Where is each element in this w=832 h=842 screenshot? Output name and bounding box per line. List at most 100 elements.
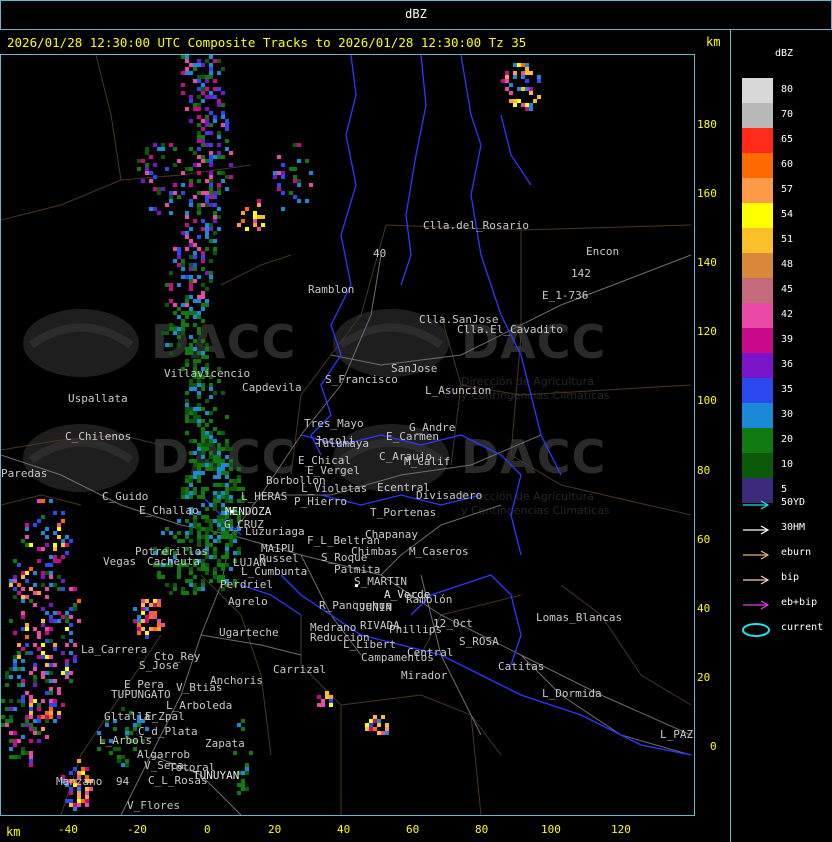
radar-echo-cell xyxy=(197,351,201,355)
radar-echo-cell xyxy=(217,455,221,459)
legend-swatch xyxy=(742,378,773,403)
place-label: M_Calif xyxy=(404,455,451,468)
radar-echo-cell xyxy=(225,495,229,499)
radar-echo-cell xyxy=(293,143,297,147)
radar-echo-cell xyxy=(193,339,197,343)
radar-echo-cell xyxy=(517,87,521,91)
radar-echo-cell xyxy=(297,159,301,163)
radar-echo-cell xyxy=(173,583,177,587)
radar-echo-cell xyxy=(61,615,65,619)
radar-echo-cell xyxy=(321,699,325,703)
radar-echo-cell xyxy=(189,203,193,207)
legend-label: 35 xyxy=(781,384,794,395)
place-label: L_Dormida xyxy=(542,687,602,700)
radar-echo-cell xyxy=(201,355,205,359)
legend-swatch xyxy=(742,353,773,378)
radar-echo-cell xyxy=(185,431,189,435)
radar-echo-cell xyxy=(53,679,57,683)
legend-swatch xyxy=(742,128,773,153)
radar-echo-cell xyxy=(217,155,221,159)
radar-echo-cell xyxy=(241,211,245,215)
radar-echo-cell xyxy=(57,527,61,531)
radar-echo-cell xyxy=(193,315,197,319)
radar-echo-cell xyxy=(221,471,225,475)
radar-echo-cell xyxy=(153,187,157,191)
radar-echo-cell xyxy=(205,443,209,447)
radar-echo-cell xyxy=(185,487,189,491)
radar-echo-cell xyxy=(49,703,53,707)
radar-echo-cell xyxy=(209,535,213,539)
track-label: current xyxy=(781,622,824,633)
radar-map[interactable]: DACC DACC Dirección de Agricultura y Con… xyxy=(0,54,695,816)
legend-label: 20 xyxy=(781,434,794,445)
radar-echo-cell xyxy=(5,683,9,687)
radar-echo-cell xyxy=(9,675,13,679)
radar-echo-cell xyxy=(217,99,221,103)
radar-echo-cell xyxy=(209,387,213,391)
radar-echo-cell xyxy=(281,191,285,195)
radar-echo-cell xyxy=(69,651,73,655)
radar-echo-cell xyxy=(197,443,201,447)
radar-echo-cell xyxy=(169,191,173,195)
window-title: dBZ xyxy=(405,7,427,21)
radar-echo-cell xyxy=(173,587,177,591)
radar-echo-cell xyxy=(253,223,257,227)
radar-echo-cell xyxy=(181,91,185,95)
radar-echo-cell xyxy=(185,71,189,75)
radar-echo-cell xyxy=(45,535,49,539)
place-label: L_Arbols xyxy=(99,734,152,747)
radar-echo-cell xyxy=(117,755,121,759)
radar-echo-cell xyxy=(41,655,45,659)
radar-echo-cell xyxy=(525,79,529,83)
legend-label: 70 xyxy=(781,109,794,120)
radar-echo-cell xyxy=(213,59,217,63)
radar-echo-cell xyxy=(13,575,17,579)
legend-label: 45 xyxy=(781,284,794,295)
radar-echo-cell xyxy=(41,515,45,519)
radar-echo-cell xyxy=(205,459,209,463)
radar-echo-cell xyxy=(193,583,197,587)
radar-echo-cell xyxy=(185,223,189,227)
radar-echo-cell xyxy=(209,239,213,243)
radar-echo-cell xyxy=(189,523,193,527)
radar-echo-cell xyxy=(197,275,201,279)
radar-echo-cell xyxy=(181,267,185,271)
radar-echo-cell xyxy=(517,63,521,67)
radar-echo-cell xyxy=(213,87,217,91)
radar-echo-cell xyxy=(97,747,101,751)
radar-echo-cell xyxy=(205,195,209,199)
radar-echo-cell xyxy=(85,791,89,795)
radar-echo-cell xyxy=(209,579,213,583)
radar-echo-cell xyxy=(181,191,185,195)
radar-echo-cell xyxy=(17,739,21,743)
radar-echo-cell xyxy=(45,663,49,667)
radar-echo-cell xyxy=(189,571,193,575)
radar-echo-cell xyxy=(197,587,201,591)
radar-echo-cell xyxy=(81,799,85,803)
track-legend-item: eburn xyxy=(741,547,831,561)
radar-echo-cell xyxy=(373,727,377,731)
radar-echo-cell xyxy=(197,415,201,419)
track-arrow-icon xyxy=(743,525,770,535)
radar-echo-cell xyxy=(53,699,57,703)
radar-echo-cell xyxy=(197,327,201,331)
radar-echo-cell xyxy=(209,95,213,99)
radar-echo-cell xyxy=(189,279,193,283)
radar-echo-cell xyxy=(209,63,213,67)
radar-echo-cell xyxy=(53,555,57,559)
radar-echo-cell xyxy=(61,635,65,639)
radar-echo-cell xyxy=(69,623,73,627)
radar-echo-cell xyxy=(205,467,209,471)
radar-echo-cell xyxy=(213,95,217,99)
radar-echo-cell xyxy=(61,555,65,559)
radar-echo-cell xyxy=(197,539,201,543)
radar-echo-cell xyxy=(61,511,65,515)
radar-echo-cell xyxy=(149,627,153,631)
radar-echo-cell xyxy=(197,331,201,335)
place-label: Mirador xyxy=(401,669,448,682)
place-label: Vegas xyxy=(103,555,137,568)
place-label: Zapata xyxy=(205,737,245,750)
radar-echo-cell xyxy=(49,603,53,607)
radar-echo-cell xyxy=(189,275,193,279)
radar-echo-cell xyxy=(13,631,17,635)
